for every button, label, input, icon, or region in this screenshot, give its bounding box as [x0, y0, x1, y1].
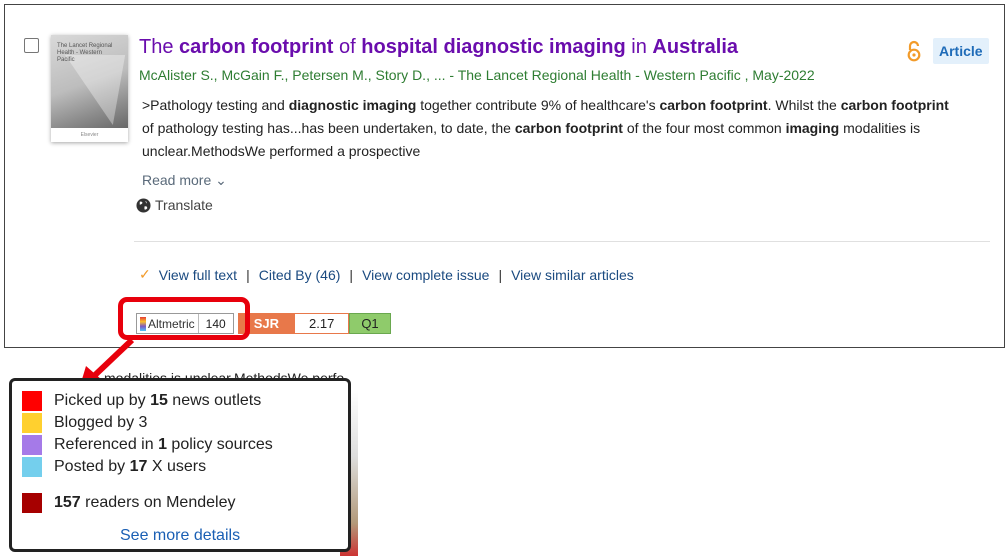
abstract-segment-bold: carbon footprint — [514, 120, 623, 136]
altmetric-source-row: Referenced in 1 policy sources — [22, 435, 273, 455]
check-icon: ✓ — [139, 266, 151, 282]
source-segment-bold: 15 — [150, 392, 168, 409]
source-segment-bold: 157 — [54, 494, 81, 511]
translate-label: Translate — [155, 197, 213, 213]
source-label: Referenced in 1 policy sources — [54, 436, 273, 454]
cover-publisher: Elsevier — [51, 128, 128, 142]
altmetric-highlight-box — [118, 297, 250, 340]
chevron-down-icon: ⌄ — [215, 172, 227, 188]
altmetric-source-row: Posted by 17 X users — [22, 457, 206, 477]
title-segment-text: in — [625, 36, 653, 58]
cover-title: The Lancet Regional Health - Western Pac… — [57, 43, 113, 63]
source-color-swatch — [22, 391, 42, 411]
source-label: Posted by 17 X users — [54, 458, 206, 476]
source-color-swatch — [22, 413, 42, 433]
translate-button[interactable]: Translate — [136, 197, 213, 213]
source-segment-text: Picked up by — [54, 392, 151, 409]
title-segment-bold: hospital diagnostic imaging — [361, 36, 626, 58]
source-segment-text: readers on Mendeley — [80, 494, 236, 511]
altmetric-source-row: Picked up by 15 news outlets — [22, 391, 261, 411]
article-title-link[interactable]: The carbon footprint of hospital diagnos… — [139, 36, 738, 59]
altmetric-details-popup: See more details Picked up by 15 news ou… — [9, 378, 351, 552]
quartile-badge: Q1 — [349, 313, 391, 334]
abstract-segment-bold: diagnostic imaging — [288, 97, 417, 113]
result-actions: ✓ View full text | Cited By (46) | View … — [139, 266, 634, 283]
open-access-lock-icon — [907, 40, 921, 62]
cited-by-link[interactable]: Cited By (46) — [259, 267, 341, 283]
source-segment-text: Blogged by 3 — [54, 414, 148, 431]
abstract-snippet: >Pathology testing and diagnostic imagin… — [142, 94, 962, 163]
abstract-segment-bold: carbon footprint — [659, 97, 768, 113]
abstract-segment-bold: imaging — [785, 120, 840, 136]
source-segment-text: policy sources — [166, 436, 273, 453]
source-segment-text: news outlets — [167, 392, 262, 409]
cover-decoration — [52, 55, 126, 125]
read-more-label: Read more — [142, 172, 212, 188]
altmetric-source-row: 157 readers on Mendeley — [22, 493, 235, 513]
see-more-details-link[interactable]: See more details — [120, 527, 240, 545]
title-segment-text: of — [333, 36, 362, 58]
globe-icon — [136, 197, 151, 213]
source-segment-text: Posted by — [54, 458, 130, 475]
authors-and-source[interactable]: McAlister S., McGain F., Petersen M., St… — [139, 67, 815, 83]
view-full-text-link[interactable]: View full text — [159, 267, 237, 283]
read-more-toggle[interactable]: Read more ⌄ — [142, 172, 227, 189]
source-label: Picked up by 15 news outlets — [54, 392, 261, 410]
source-label: Blogged by 3 — [54, 414, 147, 432]
source-color-swatch — [22, 493, 42, 513]
separator: | — [246, 266, 250, 283]
abstract-segment-bold: carbon footprint — [840, 97, 949, 113]
title-segment-bold: carbon footprint — [179, 36, 334, 58]
journal-cover-thumbnail[interactable]: The Lancet Regional Health - Western Pac… — [51, 35, 128, 142]
abstract-segment-text: . Whilst the — [767, 97, 841, 113]
separator: | — [349, 266, 354, 283]
divider — [134, 241, 990, 242]
view-similar-articles-link[interactable]: View similar articles — [511, 267, 634, 283]
source-segment-bold: 17 — [129, 458, 148, 475]
altmetric-source-row: Blogged by 3 — [22, 413, 147, 433]
separator: | — [498, 266, 503, 283]
title-segment-text: The — [139, 36, 180, 58]
source-color-swatch — [22, 435, 42, 455]
article-type-badge: Article — [933, 38, 989, 64]
abstract-segment-text: of pathology testing has...has been unde… — [142, 120, 515, 136]
source-label: 157 readers on Mendeley — [54, 494, 235, 512]
source-segment-bold: 1 — [158, 436, 167, 453]
abstract-segment-text: >Pathology testing and — [142, 97, 289, 113]
title-segment-bold: Australia — [652, 36, 739, 58]
sjr-value: 2.17 — [295, 313, 350, 334]
view-complete-issue-link[interactable]: View complete issue — [362, 267, 489, 283]
abstract-segment-text: together contribute 9% of healthcare's — [416, 97, 660, 113]
abstract-segment-text: of the four most common — [622, 120, 786, 136]
source-segment-text: Referenced in — [54, 436, 159, 453]
select-checkbox[interactable] — [24, 38, 39, 53]
source-segment-text: X users — [147, 458, 207, 475]
source-color-swatch — [22, 457, 42, 477]
